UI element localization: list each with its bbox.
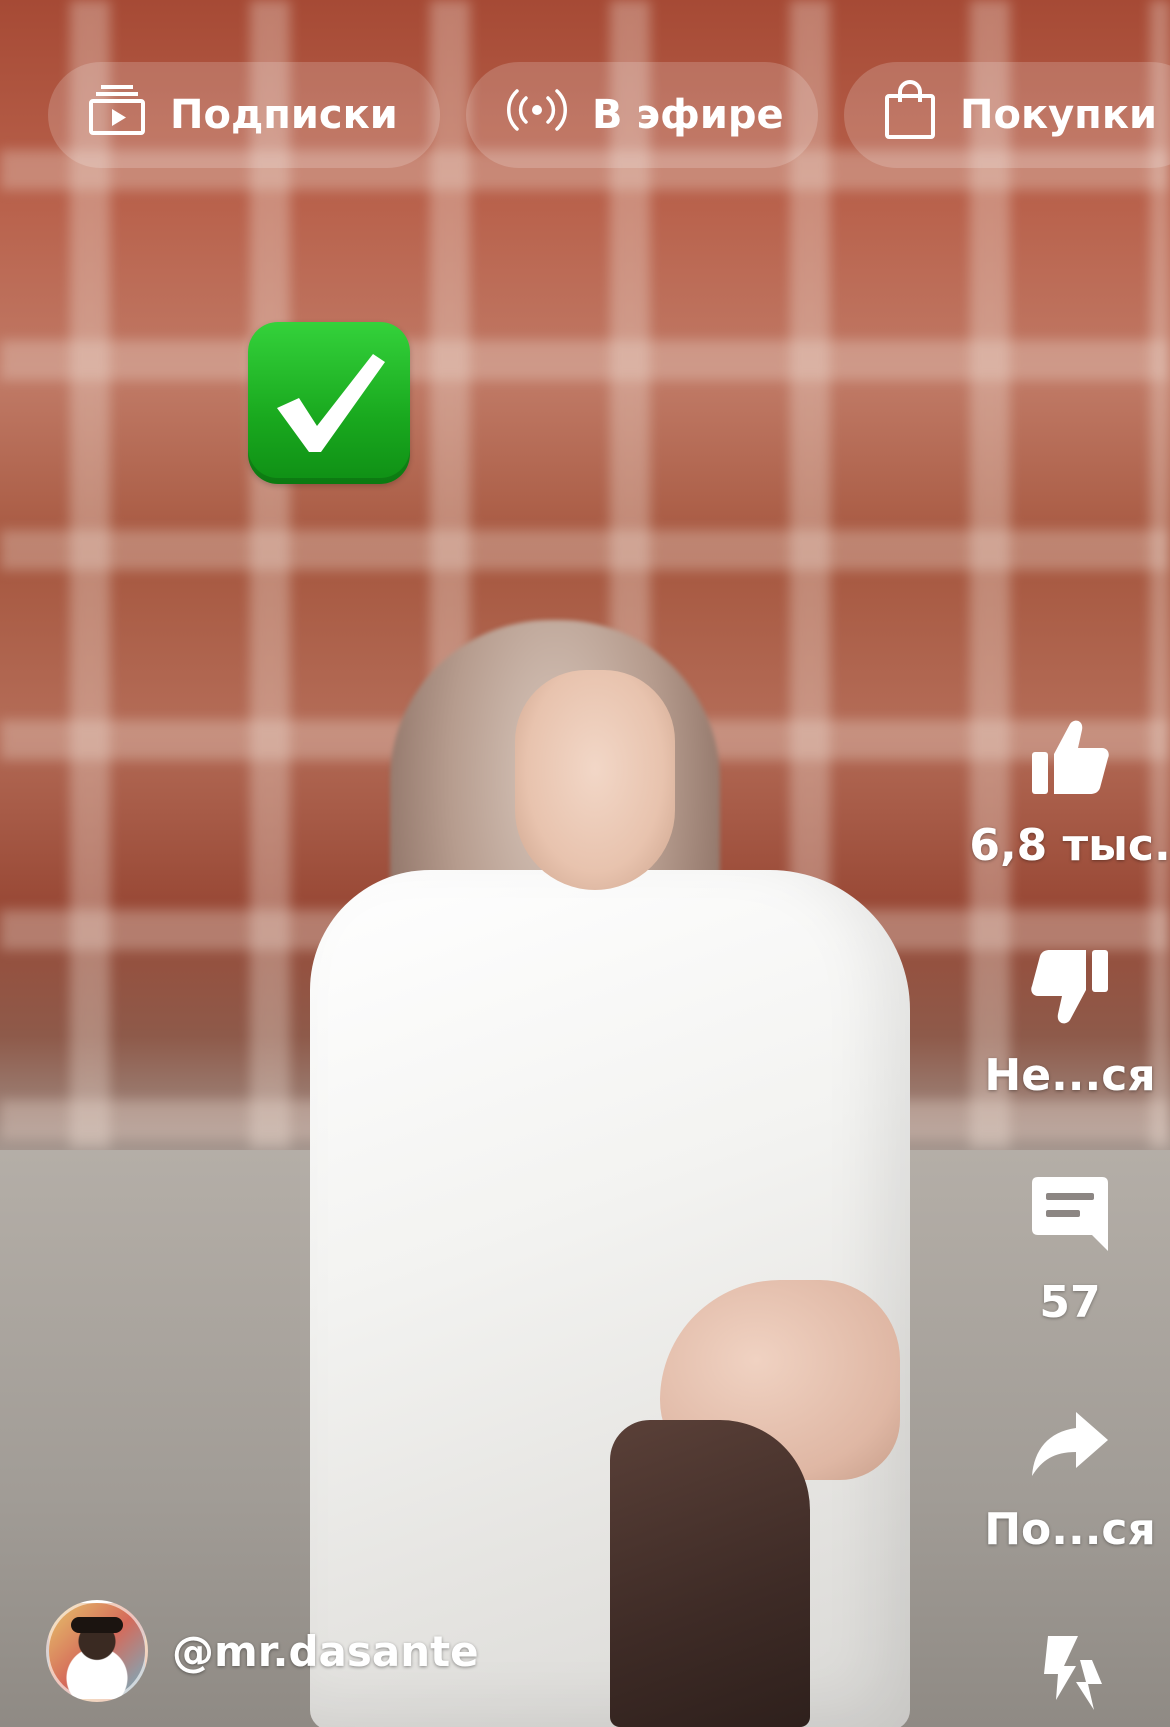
avatar-hat: [71, 1617, 123, 1633]
subscriptions-tab[interactable]: Подписки: [48, 62, 440, 168]
share-arrow-icon: [1030, 1410, 1110, 1484]
share-button[interactable]: По...ся: [970, 1410, 1170, 1555]
like-button[interactable]: 6,8 тыс.: [969, 718, 1170, 871]
comments-count: 57: [1039, 1277, 1101, 1328]
check-mark-sticker-icon: [248, 322, 410, 484]
live-label: В эфире: [592, 92, 784, 138]
live-tab[interactable]: В эфире: [466, 62, 818, 168]
subject-boot: [610, 1420, 810, 1727]
remix-icon: [1028, 1630, 1112, 1718]
subscriptions-label: Подписки: [170, 92, 398, 138]
remix-button[interactable]: [970, 1630, 1170, 1718]
channel-avatar[interactable]: [46, 1600, 148, 1702]
subject-face: [515, 670, 675, 890]
shopping-bag-icon: [884, 80, 936, 150]
action-rail: 6,8 тыс. Не...ся 57 По...ся: [969, 0, 1170, 1727]
thumbs-up-icon: [1030, 718, 1110, 800]
dislike-label: Не...ся: [984, 1050, 1156, 1101]
share-label: По...ся: [984, 1504, 1156, 1555]
video-subject: [280, 610, 920, 1727]
like-count: 6,8 тыс.: [969, 820, 1170, 871]
dislike-button[interactable]: Не...ся: [970, 948, 1170, 1101]
channel-handle[interactable]: @mr.dasante: [172, 1627, 479, 1676]
subscriptions-icon: [88, 85, 146, 145]
channel-info[interactable]: @mr.dasante: [46, 1600, 479, 1702]
shorts-screen: Подписки В эфире Покупки 6,8 тыс. Не...с…: [0, 0, 1170, 1727]
comments-button[interactable]: 57: [970, 1175, 1170, 1328]
live-broadcast-icon: [506, 88, 568, 142]
thumbs-down-icon: [1030, 948, 1110, 1030]
comment-icon: [1030, 1175, 1110, 1257]
